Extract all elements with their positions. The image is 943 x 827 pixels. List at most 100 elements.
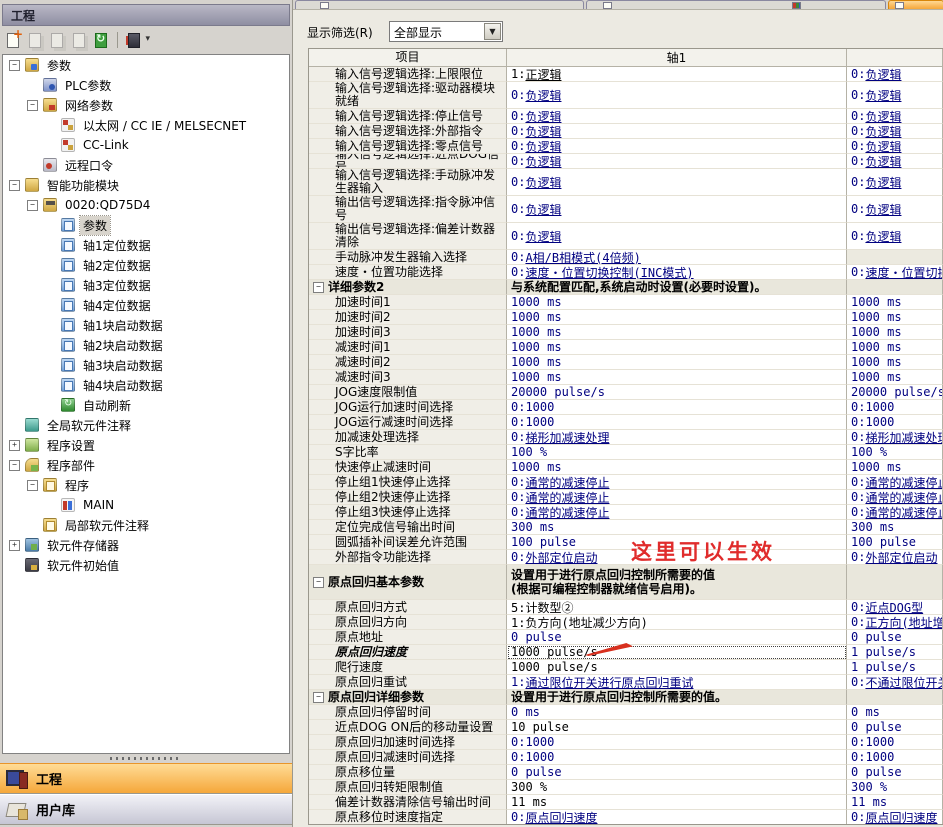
value-cell-axis2[interactable]: 1000 ms: [847, 310, 943, 325]
tree-item[interactable]: −程序部件: [3, 455, 289, 475]
value-cell-axis1[interactable]: 1000 pulse/s: [507, 660, 847, 675]
tree-item[interactable]: 以太网 / CC IE / MELSECNET: [3, 115, 289, 135]
value-cell-axis2[interactable]: 0:通常的减速停止: [847, 505, 943, 520]
value-cell-axis1[interactable]: 0:1000: [507, 400, 847, 415]
value-cell-axis2[interactable]: 100 pulse: [847, 535, 943, 550]
collapse-box-icon[interactable]: −: [27, 100, 38, 111]
copy-icon[interactable]: [26, 31, 44, 49]
value-cell-axis2[interactable]: 0:负逻辑: [847, 154, 943, 169]
tree-item[interactable]: 轴3定位数据: [3, 275, 289, 295]
value-cell-axis1[interactable]: 1000 ms: [507, 370, 847, 385]
value-cell-axis2[interactable]: 0:负逻辑: [847, 169, 943, 196]
value-cell-axis1[interactable]: 0 pulse: [507, 630, 847, 645]
tree-item[interactable]: 轴2定位数据: [3, 255, 289, 275]
value-cell-axis2[interactable]: [847, 565, 943, 600]
value-cell-axis1[interactable]: 20000 pulse/s: [507, 385, 847, 400]
value-cell-axis1[interactable]: 1000 ms: [507, 295, 847, 310]
value-cell-axis1[interactable]: 300 ms: [507, 520, 847, 535]
value-cell-axis2[interactable]: 0:通常的减速停止: [847, 475, 943, 490]
module-selection-icon[interactable]: [125, 31, 143, 49]
value-cell-axis1[interactable]: 0:1000: [507, 750, 847, 765]
collapse-box-icon[interactable]: −: [313, 282, 324, 293]
value-cell-axis1[interactable]: 0:梯形加减速处理: [507, 430, 847, 445]
value-cell-axis2[interactable]: 0:不通过限位开关进行原点回归重试: [847, 675, 943, 690]
display-filter-combobox[interactable]: 全部显示 ▼: [389, 21, 503, 42]
tree-item[interactable]: 轴2块启动数据: [3, 335, 289, 355]
value-cell-axis1[interactable]: 1:通过限位开关进行原点回归重试: [507, 675, 847, 690]
value-cell-axis2[interactable]: 0:通常的减速停止: [847, 490, 943, 505]
paste-icon[interactable]: [48, 31, 66, 49]
value-cell-axis2[interactable]: 1000 ms: [847, 355, 943, 370]
value-cell-axis1[interactable]: 0:负逻辑: [507, 169, 847, 196]
chevron-down-icon[interactable]: ▼: [484, 23, 501, 40]
value-cell-axis2[interactable]: 0:1000: [847, 400, 943, 415]
new-project-icon[interactable]: [4, 31, 22, 49]
value-cell-axis1[interactable]: 0:原点回归速度: [507, 810, 847, 825]
value-cell-axis1[interactable]: 1000 pulse/s: [507, 645, 847, 660]
document-tab-stub[interactable]: [295, 0, 584, 9]
value-cell-axis1[interactable]: 0:通常的减速停止: [507, 475, 847, 490]
expand-box-icon[interactable]: +: [9, 440, 20, 451]
value-cell-axis2[interactable]: 1000 ms: [847, 460, 943, 475]
value-cell-axis2[interactable]: [847, 250, 943, 265]
value-cell-axis1[interactable]: 0:负逻辑: [507, 223, 847, 250]
value-cell-axis2[interactable]: 20000 pulse/s: [847, 385, 943, 400]
value-cell-axis2[interactable]: 11 ms: [847, 795, 943, 810]
value-cell-axis2[interactable]: 300 %: [847, 780, 943, 795]
value-cell-axis2[interactable]: 0:1000: [847, 735, 943, 750]
value-cell-axis2[interactable]: 0:负逻辑: [847, 109, 943, 124]
value-cell-axis1[interactable]: 5:计数型②: [507, 600, 847, 615]
value-cell-axis1[interactable]: 1000 ms: [507, 325, 847, 340]
document-tab-stub[interactable]: [586, 0, 886, 9]
collapse-box-icon[interactable]: −: [9, 460, 20, 471]
value-cell-axis1[interactable]: 10 pulse: [507, 720, 847, 735]
value-cell-axis1[interactable]: 0 pulse: [507, 765, 847, 780]
value-cell-axis1[interactable]: 设置用于进行原点回归控制所需要的值。: [507, 690, 847, 705]
value-cell-axis2[interactable]: 0:速度・位置切换控制(INC模式): [847, 265, 943, 280]
value-cell-axis1[interactable]: 0:负逻辑: [507, 124, 847, 139]
value-cell-axis1[interactable]: 设置用于进行原点回归控制所需要的值 (根据可编程控制器就绪信号启用)。: [507, 565, 847, 600]
tree-item[interactable]: 轴3块启动数据: [3, 355, 289, 375]
value-cell-axis2[interactable]: 0 ms: [847, 705, 943, 720]
value-cell-axis1[interactable]: 0 ms: [507, 705, 847, 720]
collapse-box-icon[interactable]: −: [9, 60, 20, 71]
value-cell-axis1[interactable]: 1000 ms: [507, 460, 847, 475]
value-cell-axis2[interactable]: 300 ms: [847, 520, 943, 535]
value-cell-axis1[interactable]: 300 %: [507, 780, 847, 795]
value-cell-axis1[interactable]: 0:速度・位置切换控制(INC模式): [507, 265, 847, 280]
value-cell-axis2[interactable]: 0:1000: [847, 415, 943, 430]
value-cell-axis2[interactable]: 1000 ms: [847, 370, 943, 385]
tree-item[interactable]: 局部软元件注释: [3, 515, 289, 535]
dock-splitter-handle[interactable]: [110, 757, 182, 760]
tree-item[interactable]: −智能功能模块: [3, 175, 289, 195]
value-cell-axis2[interactable]: 0:正方向(地址增加方向): [847, 615, 943, 630]
value-cell-axis1[interactable]: 0:1000: [507, 735, 847, 750]
expand-box-icon[interactable]: +: [9, 540, 20, 551]
value-cell-axis2[interactable]: 0:负逻辑: [847, 196, 943, 223]
collapse-box-icon[interactable]: −: [313, 692, 324, 703]
value-cell-axis2[interactable]: 0:1000: [847, 750, 943, 765]
value-cell-axis1[interactable]: 0:负逻辑: [507, 154, 847, 169]
tree-item[interactable]: 参数: [3, 215, 289, 235]
value-cell-axis2[interactable]: 0 pulse: [847, 720, 943, 735]
value-cell-axis1[interactable]: 1000 ms: [507, 355, 847, 370]
value-cell-axis1[interactable]: 0:负逻辑: [507, 82, 847, 109]
tree-item[interactable]: 轴1定位数据: [3, 235, 289, 255]
value-cell-axis2[interactable]: 1000 ms: [847, 325, 943, 340]
value-cell-axis2[interactable]: [847, 690, 943, 705]
value-cell-axis1[interactable]: 1:负方向(地址减少方向): [507, 615, 847, 630]
value-cell-axis2[interactable]: 0:近点DOG型: [847, 600, 943, 615]
value-cell-axis2[interactable]: 0:负逻辑: [847, 124, 943, 139]
value-cell-axis2[interactable]: 1000 ms: [847, 295, 943, 310]
value-cell-axis2[interactable]: 1 pulse/s: [847, 645, 943, 660]
value-cell-axis1[interactable]: 0:负逻辑: [507, 196, 847, 223]
value-cell-axis1[interactable]: 0:通常的减速停止: [507, 490, 847, 505]
value-cell-axis1[interactable]: 0:负逻辑: [507, 109, 847, 124]
value-cell-axis2[interactable]: 0 pulse: [847, 765, 943, 780]
tree-item[interactable]: +软元件存储器: [3, 535, 289, 555]
tree-item[interactable]: 轴4定位数据: [3, 295, 289, 315]
value-cell-axis2[interactable]: 0 pulse: [847, 630, 943, 645]
tree-item[interactable]: 全局软元件注释: [3, 415, 289, 435]
dock-tab-user-library[interactable]: 用户库: [0, 794, 292, 825]
collapse-box-icon[interactable]: −: [313, 577, 324, 588]
